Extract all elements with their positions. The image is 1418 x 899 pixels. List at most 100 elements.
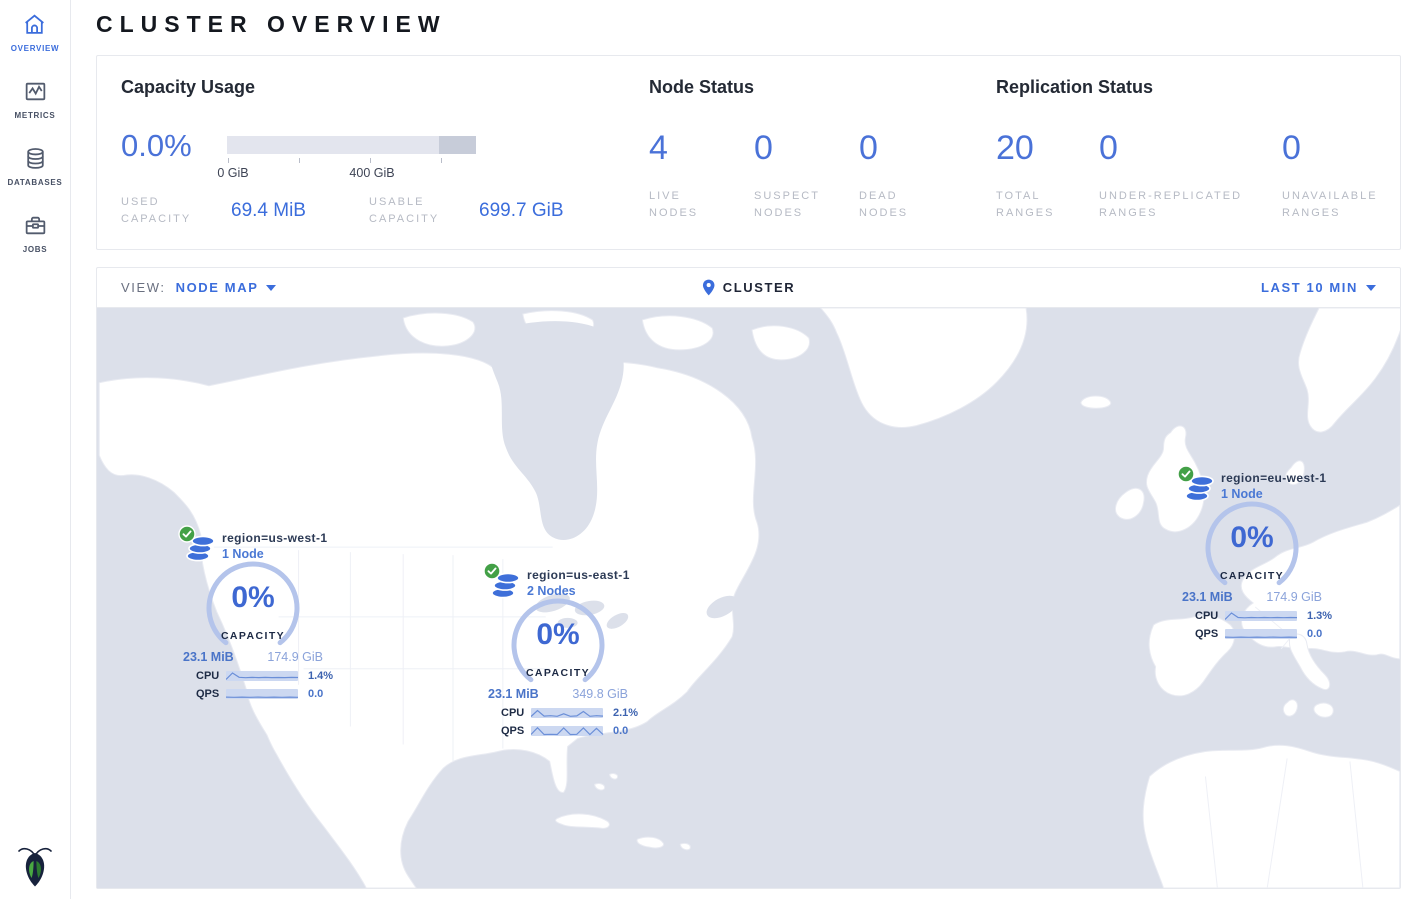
capacity-percent: 0% <box>506 618 610 652</box>
node-status-title: Node Status <box>649 77 996 98</box>
sidebar-item-overview[interactable]: OVERVIEW <box>11 12 60 53</box>
cpu-row: CPU 2.1% <box>473 707 643 719</box>
briefcase-icon <box>23 213 48 238</box>
region-icon <box>487 566 523 600</box>
chevron-down-icon <box>1366 285 1376 291</box>
cpu-sparkline <box>226 670 300 682</box>
sidebar-item-label: METRICS <box>15 111 56 120</box>
metrics-chart-icon <box>23 79 48 104</box>
qps-row: QPS 0.0 <box>168 688 338 700</box>
region-label: region=us-east-1 <box>527 568 630 582</box>
replication-status-section: Replication Status 20 TOTALRANGES 0 UNDE… <box>996 56 1400 249</box>
node-map-region-marker[interactable]: region=eu-west-1 1 Node 0% CAPACITY 23.1… <box>1167 469 1337 640</box>
capacity-donut: 0% CAPACITY <box>201 559 305 659</box>
cpu-row: CPU 1.4% <box>168 670 338 682</box>
capacity-bar: 0 GiB 400 GiB <box>227 136 476 180</box>
capacity-donut: 0% CAPACITY <box>506 596 610 696</box>
capacity-word: CAPACITY <box>1200 570 1304 582</box>
cpu-label: CPU <box>501 707 531 719</box>
qps-sparkline <box>1225 628 1299 640</box>
cpu-value: 2.1% <box>613 707 638 719</box>
world-map: region=us-west-1 1 Node 0% CAPACITY 23.1… <box>97 308 1400 888</box>
qps-label: QPS <box>501 725 531 737</box>
capacity-tick-400: 400 GiB <box>349 166 394 180</box>
sidebar: OVERVIEW METRICS DATABASES <box>0 0 71 899</box>
replication-status-title: Replication Status <box>996 77 1400 98</box>
healthy-check-icon <box>178 525 196 543</box>
sidebar-item-metrics[interactable]: METRICS <box>15 79 56 120</box>
region-icon <box>182 529 218 563</box>
qps-value: 0.0 <box>613 725 628 737</box>
capacity-bar-usable-segment <box>227 136 439 154</box>
healthy-check-icon <box>483 562 501 580</box>
total-ranges-stat: 20 TOTALRANGES <box>996 98 1099 222</box>
unavailable-ranges-stat: 0 UNAVAILABLERANGES <box>1282 98 1378 222</box>
breadcrumb: CLUSTER <box>702 279 796 296</box>
time-range-dropdown[interactable]: LAST 10 MIN <box>1261 280 1376 295</box>
suspect-nodes-value: 0 <box>754 129 859 168</box>
cpu-sparkline <box>1225 610 1299 622</box>
region-icon <box>1181 469 1217 503</box>
capacity-bar-ticks <box>227 158 476 164</box>
qps-label: QPS <box>1195 628 1225 640</box>
cpu-label: CPU <box>1195 610 1225 622</box>
usable-capacity-value: 699.7 GiB <box>479 200 617 222</box>
healthy-check-icon <box>1177 465 1195 483</box>
capacity-donut: 0% CAPACITY <box>1200 499 1304 599</box>
page-title: CLUSTER OVERVIEW <box>96 0 1401 55</box>
live-nodes-value: 4 <box>649 129 754 168</box>
used-capacity-label: USED CAPACITY <box>121 194 231 228</box>
cluster-summary-card: Capacity Usage 0.0% 0 GiB <box>96 55 1401 250</box>
under-replicated-ranges-value: 0 <box>1099 129 1282 168</box>
node-map-region-marker[interactable]: region=us-east-1 2 Nodes 0% CAPACITY 23.… <box>473 566 643 737</box>
node-map-panel: VIEW: NODE MAP CLUSTER LAST 10 MIN <box>96 267 1401 889</box>
cpu-row: CPU 1.3% <box>1167 610 1337 622</box>
sidebar-item-label: JOBS <box>23 245 48 254</box>
qps-value: 0.0 <box>1307 628 1322 640</box>
used-capacity-value: 69.4 MiB <box>231 200 369 222</box>
map-view-bar: VIEW: NODE MAP CLUSTER LAST 10 MIN <box>97 268 1400 308</box>
database-icon <box>23 146 48 171</box>
home-icon <box>22 12 47 37</box>
total-ranges-value: 20 <box>996 129 1099 168</box>
capacity-usage-section: Capacity Usage 0.0% 0 GiB <box>97 56 649 249</box>
capacity-bar-other-segment <box>439 136 476 154</box>
live-nodes-stat: 4 LIVENODES <box>649 98 754 222</box>
cpu-value: 1.3% <box>1307 610 1332 622</box>
node-map-region-marker[interactable]: region=us-west-1 1 Node 0% CAPACITY 23.1… <box>168 529 338 700</box>
main-content: CLUSTER OVERVIEW Capacity Usage 0.0% <box>71 0 1418 899</box>
sidebar-item-label: DATABASES <box>8 178 63 187</box>
capacity-word: CAPACITY <box>201 630 305 642</box>
capacity-tick-0: 0 GiB <box>217 166 248 180</box>
region-label: region=us-west-1 <box>222 531 327 545</box>
sidebar-item-label: OVERVIEW <box>11 44 60 53</box>
usable-capacity-label: USABLE CAPACITY <box>369 194 479 228</box>
qps-row: QPS 0.0 <box>1167 628 1337 640</box>
breadcrumb-cluster-label[interactable]: CLUSTER <box>723 280 796 295</box>
dead-nodes-value: 0 <box>859 129 908 168</box>
cpu-label: CPU <box>196 670 226 682</box>
region-label: region=eu-west-1 <box>1221 471 1326 485</box>
cpu-sparkline <box>531 707 605 719</box>
qps-value: 0.0 <box>308 688 323 700</box>
sidebar-item-jobs[interactable]: JOBS <box>23 213 48 254</box>
capacity-percent: 0% <box>1200 521 1304 555</box>
sidebar-item-databases[interactable]: DATABASES <box>8 146 63 187</box>
cockroachdb-logo <box>17 844 53 893</box>
qps-sparkline <box>226 688 300 700</box>
app-root: OVERVIEW METRICS DATABASES <box>0 0 1418 899</box>
qps-row: QPS 0.0 <box>473 725 643 737</box>
cpu-value: 1.4% <box>308 670 333 682</box>
node-status-section: Node Status 4 LIVENODES 0 SUSPECTNODES 0… <box>649 56 996 249</box>
view-label: VIEW: <box>121 280 166 295</box>
view-mode-dropdown[interactable]: NODE MAP <box>176 280 277 295</box>
qps-sparkline <box>531 725 605 737</box>
dead-nodes-stat: 0 DEADNODES <box>859 98 908 222</box>
under-replicated-ranges-stat: 0 UNDER-REPLICATEDRANGES <box>1099 98 1282 222</box>
capacity-usage-title: Capacity Usage <box>121 77 649 98</box>
suspect-nodes-stat: 0 SUSPECTNODES <box>754 98 859 222</box>
map-pin-icon <box>702 279 715 296</box>
capacity-percent: 0.0% <box>121 128 227 164</box>
capacity-percent: 0% <box>201 581 305 615</box>
chevron-down-icon <box>266 285 276 291</box>
